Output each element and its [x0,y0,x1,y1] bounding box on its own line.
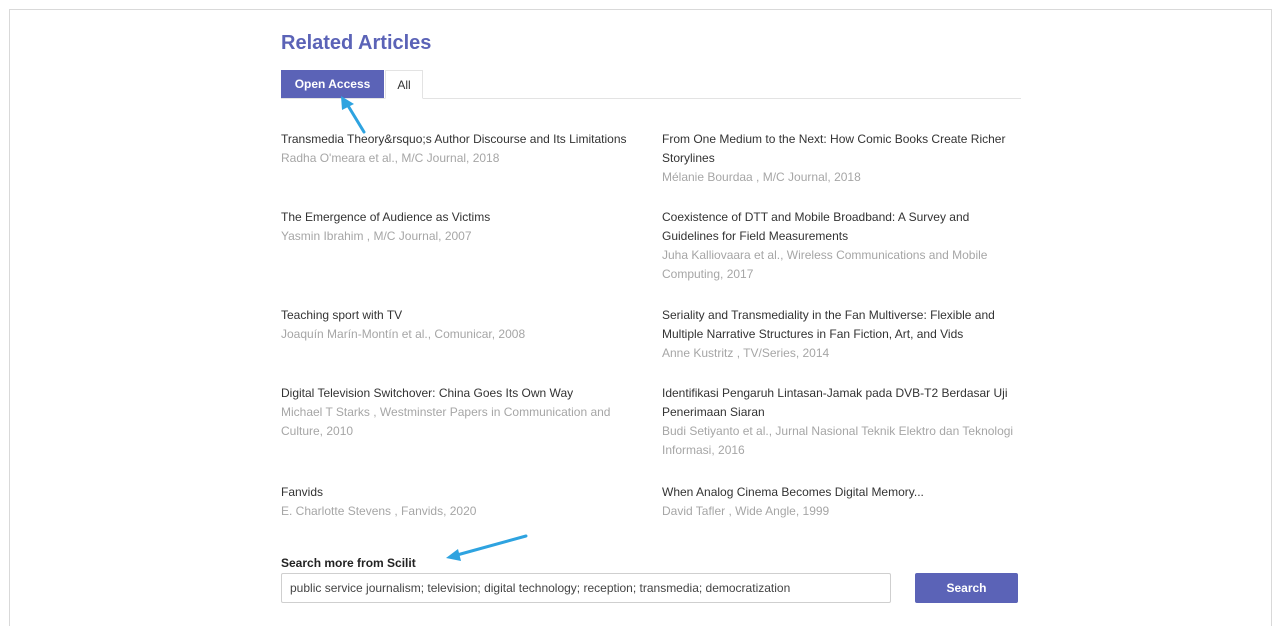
tab-bar: Open Access All [281,70,1021,99]
article-title-link[interactable]: Transmedia Theory&rsquo;s Author Discour… [281,130,641,149]
list-item: Digital Television Switchover: China Goe… [281,384,641,441]
list-item: When Analog Cinema Becomes Digital Memor… [662,483,1022,521]
article-meta: Anne Kustritz , TV/Series, 2014 [662,346,830,360]
article-title-link[interactable]: Seriality and Transmediality in the Fan … [662,306,1022,344]
list-item: Teaching sport with TV Joaquín Marín-Mon… [281,306,641,344]
article-meta: Mélanie Bourdaa , M/C Journal, 2018 [662,170,861,184]
article-title-link[interactable]: Coexistence of DTT and Mobile Broadband:… [662,208,1022,246]
article-meta: Juha Kalliovaara et al., Wireless Commun… [662,248,988,281]
search-button[interactable]: Search [915,573,1018,603]
article-title-link[interactable]: Teaching sport with TV [281,306,641,325]
search-label: Search more from Scilit [281,556,416,570]
article-title-link[interactable]: The Emergence of Audience as Victims [281,208,641,227]
list-item: Coexistence of DTT and Mobile Broadband:… [662,208,1022,284]
article-meta: Budi Setiyanto et al., Jurnal Nasional T… [662,424,1014,457]
tab-all[interactable]: All [385,70,423,99]
article-title-link[interactable]: Fanvids [281,483,641,502]
article-meta: Radha O'meara et al., M/C Journal, 2018 [281,151,500,165]
article-meta: Michael T Starks , Westminster Papers in… [281,405,611,438]
related-articles-section: Related Articles Open Access All Transme… [281,30,1021,603]
article-meta: Joaquín Marín-Montín et al., Comunicar, … [281,327,526,341]
article-title-link[interactable]: When Analog Cinema Becomes Digital Memor… [662,483,1022,502]
search-input[interactable] [281,573,891,603]
article-meta: Yasmin Ibrahim , M/C Journal, 2007 [281,229,472,243]
list-item: The Emergence of Audience as Victims Yas… [281,208,641,246]
list-item: From One Medium to the Next: How Comic B… [662,130,1022,187]
article-meta: E. Charlotte Stevens , Fanvids, 2020 [281,504,477,518]
list-item: Identifikasi Pengaruh Lintasan-Jamak pad… [662,384,1022,460]
article-title-link[interactable]: Identifikasi Pengaruh Lintasan-Jamak pad… [662,384,1022,422]
list-item: Transmedia Theory&rsquo;s Author Discour… [281,130,641,168]
section-title: Related Articles [281,32,432,54]
article-meta: David Tafler , Wide Angle, 1999 [662,504,830,518]
list-item: Fanvids E. Charlotte Stevens , Fanvids, … [281,483,641,521]
article-title-link[interactable]: Digital Television Switchover: China Goe… [281,384,641,403]
article-title-link[interactable]: From One Medium to the Next: How Comic B… [662,130,1022,168]
list-item: Seriality and Transmediality in the Fan … [662,306,1022,363]
tab-open-access[interactable]: Open Access [281,70,384,98]
